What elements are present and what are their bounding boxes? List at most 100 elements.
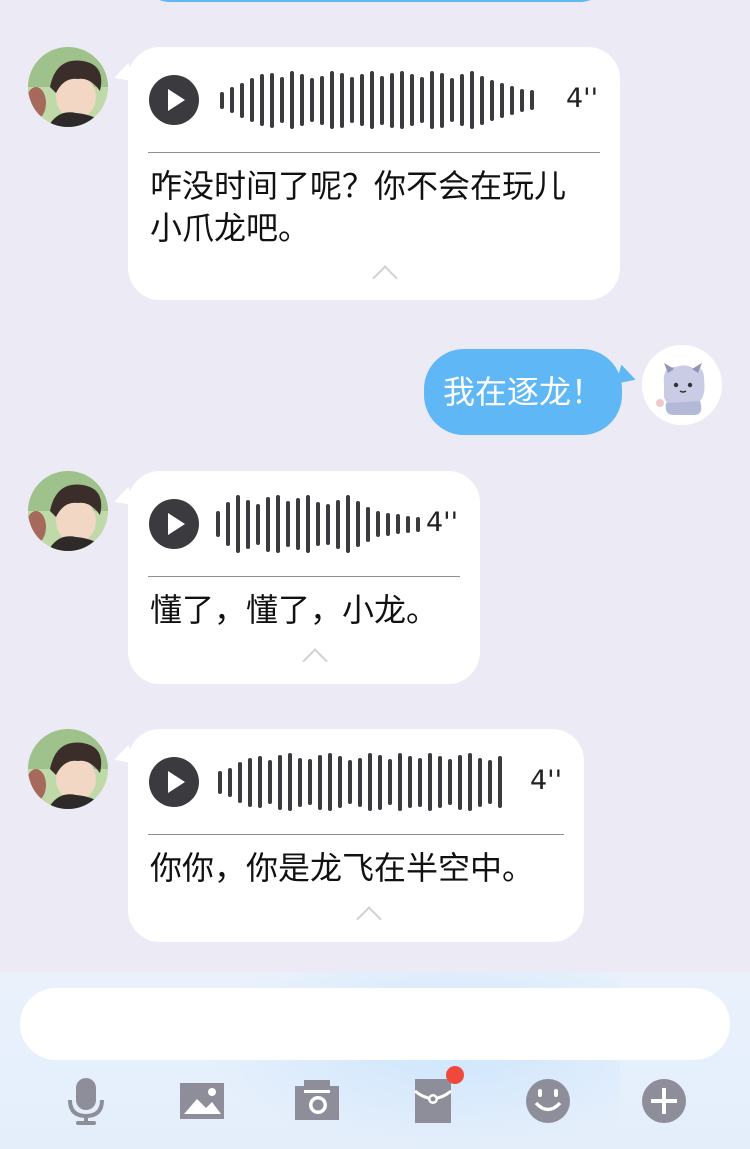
waveform-bar bbox=[390, 72, 394, 128]
contact-avatar[interactable] bbox=[28, 729, 108, 809]
divider bbox=[148, 834, 564, 835]
waveform-bar bbox=[330, 71, 334, 129]
waveform-bar bbox=[278, 754, 282, 810]
waveform-bar bbox=[260, 74, 264, 126]
waveform-bar bbox=[300, 74, 304, 126]
waveform-bar bbox=[220, 91, 224, 109]
self-cat-avatar[interactable] bbox=[642, 345, 722, 425]
waveform-bar bbox=[316, 502, 320, 546]
waveform-bar bbox=[416, 516, 420, 532]
voice-message-bubble[interactable]: 4'' 你你，你是龙飞在半空中。 bbox=[128, 729, 584, 942]
waveform-bar bbox=[368, 753, 372, 811]
waveform-bar bbox=[290, 71, 294, 129]
image-icon[interactable] bbox=[177, 1076, 227, 1126]
message-input[interactable] bbox=[20, 988, 730, 1060]
sent-text-bubble[interactable]: 我在逐龙！ bbox=[424, 349, 622, 435]
waveform-bar bbox=[418, 757, 422, 807]
waveform-bar bbox=[428, 753, 432, 811]
camera-icon[interactable] bbox=[292, 1076, 342, 1126]
waveform-bar bbox=[438, 756, 442, 808]
voice-duration: 4'' bbox=[426, 507, 459, 538]
waveform-bar bbox=[366, 506, 370, 542]
collapse-chevron-icon[interactable] bbox=[356, 906, 382, 932]
waveform-bar bbox=[216, 511, 220, 537]
waveform-bar bbox=[270, 72, 274, 128]
contact-avatar[interactable] bbox=[28, 471, 108, 551]
waveform-bar bbox=[338, 756, 342, 808]
waveform-bar bbox=[488, 760, 492, 804]
waveform-bar bbox=[218, 770, 222, 794]
plus-icon[interactable] bbox=[639, 1076, 689, 1126]
waveform-bar bbox=[296, 498, 300, 550]
waveform-bar bbox=[460, 74, 464, 126]
waveform-bar bbox=[228, 767, 232, 797]
waveform-bar bbox=[326, 503, 330, 545]
waveform-bar bbox=[246, 499, 250, 549]
waveform-bar bbox=[336, 499, 340, 549]
waveform-bar bbox=[398, 753, 402, 811]
microphone-icon[interactable] bbox=[61, 1076, 111, 1126]
waveform-bar bbox=[266, 496, 270, 552]
voice-waveform bbox=[218, 752, 508, 812]
previous-sent-bubble[interactable] bbox=[140, 0, 610, 2]
waveform-bar bbox=[510, 85, 514, 115]
waveform-bar bbox=[318, 754, 322, 810]
waveform-bar bbox=[376, 511, 380, 537]
voice-message-bubble[interactable]: 4'' 咋没时间了呢？你不会在玩儿 小爪龙吧。 bbox=[128, 47, 620, 300]
waveform-bar bbox=[238, 761, 242, 803]
waveform-bar bbox=[350, 77, 354, 123]
contact-avatar[interactable] bbox=[28, 47, 108, 127]
waveform-bar bbox=[458, 754, 462, 810]
voice-transcript: 咋没时间了呢？你不会在玩儿 小爪龙吧。 bbox=[150, 167, 567, 247]
notification-badge bbox=[446, 1066, 464, 1084]
play-button[interactable] bbox=[149, 499, 199, 549]
voice-waveform bbox=[220, 70, 540, 130]
waveform-bar bbox=[230, 87, 234, 113]
voice-waveform bbox=[216, 494, 426, 554]
waveform-bar bbox=[380, 75, 384, 125]
waveform-bar bbox=[288, 753, 292, 811]
waveform-bar bbox=[478, 757, 482, 807]
waveform-bar bbox=[340, 72, 344, 128]
waveform-bar bbox=[520, 88, 524, 112]
waveform-bar bbox=[498, 756, 502, 808]
waveform-bar bbox=[450, 78, 454, 122]
divider bbox=[148, 576, 460, 577]
waveform-bar bbox=[298, 757, 302, 807]
waveform-bar bbox=[400, 71, 404, 129]
waveform-bar bbox=[360, 74, 364, 126]
waveform-bar bbox=[320, 75, 324, 125]
voice-message-bubble[interactable]: 4'' 懂了，懂了，小龙。 bbox=[128, 471, 480, 684]
emoji-icon[interactable] bbox=[523, 1076, 573, 1126]
voice-duration: 4'' bbox=[566, 83, 599, 114]
waveform-bar bbox=[386, 512, 390, 536]
collapse-chevron-icon[interactable] bbox=[302, 648, 328, 674]
collapse-chevron-icon[interactable] bbox=[372, 265, 398, 291]
waveform-bar bbox=[378, 754, 382, 810]
waveform-bar bbox=[440, 72, 444, 128]
voice-duration: 4'' bbox=[530, 765, 563, 796]
waveform-bar bbox=[356, 501, 360, 547]
waveform-bar bbox=[430, 71, 434, 129]
chat-area[interactable]: 4'' 咋没时间了呢？你不会在玩儿 小爪龙吧。 我在逐龙！ 4'' 懂了，懂了，… bbox=[0, 0, 750, 972]
play-button[interactable] bbox=[149, 757, 199, 807]
waveform-bar bbox=[490, 79, 494, 121]
waveform-bar bbox=[306, 495, 310, 553]
waveform-bar bbox=[286, 501, 290, 547]
waveform-bar bbox=[236, 495, 240, 553]
play-button[interactable] bbox=[149, 75, 199, 125]
waveform-bar bbox=[226, 502, 230, 546]
waveform-bar bbox=[500, 82, 504, 118]
waveform-bar bbox=[256, 503, 260, 545]
waveform-bar bbox=[470, 71, 474, 129]
waveform-bar bbox=[358, 757, 362, 807]
waveform-bar bbox=[248, 757, 252, 807]
waveform-bar bbox=[410, 74, 414, 126]
waveform-bar bbox=[310, 78, 314, 122]
waveform-bar bbox=[240, 82, 244, 118]
red-packet-icon[interactable] bbox=[408, 1066, 464, 1126]
waveform-bar bbox=[408, 756, 412, 808]
waveform-bar bbox=[346, 495, 350, 553]
voice-transcript: 你你，你是龙飞在半空中。 bbox=[150, 849, 535, 887]
waveform-bar bbox=[250, 78, 254, 122]
